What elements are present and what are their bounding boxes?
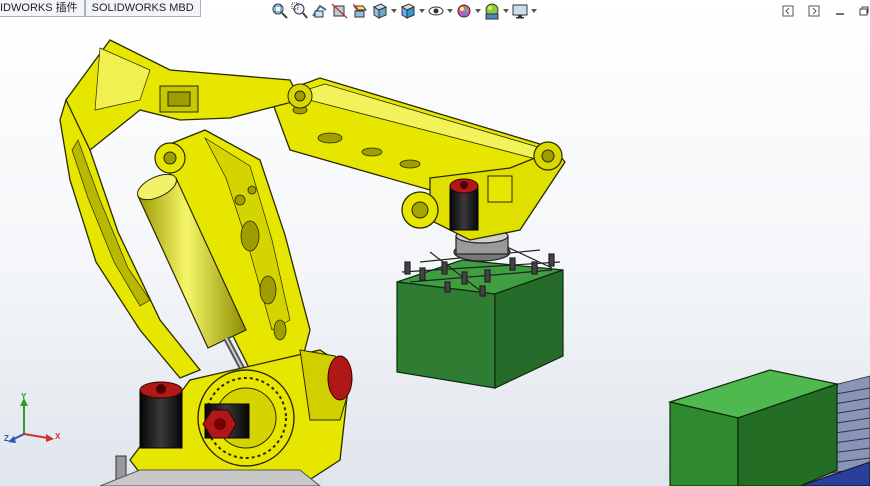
box-on-conveyor — [667, 369, 840, 486]
robot-upper-arm — [269, 77, 566, 241]
view-settings-icon[interactable] — [510, 1, 530, 21]
chevron-down-icon[interactable] — [446, 1, 454, 21]
minimize-window-icon[interactable] — [832, 3, 848, 19]
zoom-to-fit-icon[interactable] — [270, 1, 290, 21]
triad-y-label: Y — [21, 392, 27, 401]
previous-view-icon[interactable] — [310, 1, 330, 21]
chevron-down-icon[interactable] — [474, 1, 482, 21]
edit-appearance-icon[interactable] — [454, 1, 474, 21]
robot-base — [99, 349, 353, 486]
chevron-down-icon[interactable] — [390, 1, 398, 21]
chevron-down-icon[interactable] — [418, 1, 426, 21]
display-style-icon[interactable] — [398, 1, 418, 21]
maximize-window-icon[interactable] — [856, 3, 870, 19]
command-manager-tabs: IDWORKS 插件 SOLIDWORKS MBD — [0, 0, 201, 17]
restore-window-icon[interactable] — [780, 3, 796, 19]
view-orientation-icon[interactable] — [370, 1, 390, 21]
zoom-to-area-icon[interactable] — [290, 1, 310, 21]
triad-z-label: Z — [4, 434, 9, 443]
reference-triad: Y X Z — [4, 392, 64, 448]
heads-up-view-toolbar — [270, 0, 538, 22]
chevron-down-icon[interactable] — [530, 1, 538, 21]
triad-x-label: X — [55, 432, 61, 441]
tab-addins[interactable]: IDWORKS 插件 — [0, 0, 85, 17]
model-viewport[interactable] — [0, 0, 870, 486]
tab-solidworks-mbd[interactable]: SOLIDWORKS MBD — [84, 0, 201, 17]
dynamic-annotation-view-icon[interactable] — [350, 1, 370, 21]
section-view-icon[interactable] — [330, 1, 350, 21]
close-window-icon[interactable] — [806, 3, 822, 19]
hide-show-items-icon[interactable] — [426, 1, 446, 21]
apply-scene-icon[interactable] — [482, 1, 502, 21]
chevron-down-icon[interactable] — [502, 1, 510, 21]
